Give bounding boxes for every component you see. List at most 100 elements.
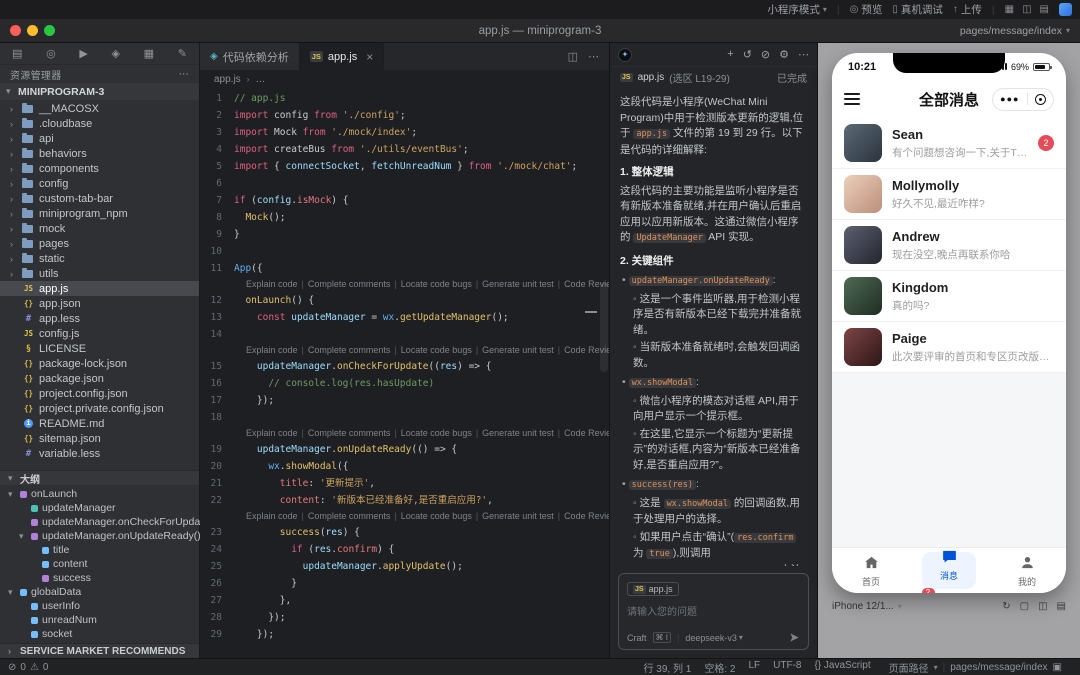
code-editor[interactable]: 1// app.js 2 import config from './config'… <box>200 88 609 658</box>
outline-item-socket[interactable]: socket <box>0 627 199 641</box>
more-actions-icon[interactable]: ⋯ <box>798 48 809 61</box>
page-path-value[interactable]: pages/message/index <box>950 662 1047 673</box>
codelens-action[interactable]: Complete comments <box>308 277 391 292</box>
tree-item-components[interactable]: › components <box>0 161 199 176</box>
project-root-row[interactable]: ▾ MINIPROGRAM-3 <box>0 83 199 100</box>
outline-item-title[interactable]: title <box>0 543 199 557</box>
more-actions-icon[interactable]: ⋯ <box>179 69 189 80</box>
tree-item-.cloudbase[interactable]: › .cloudbase <box>0 116 199 131</box>
message-item-Kingdom[interactable]: Kingdom 真的吗? <box>832 271 1066 322</box>
outline-item-updateManager.onCheckForUpdate[interactable]: updateManager.onCheckForUpdate() call... <box>0 515 243 529</box>
codelens-action[interactable]: Locate code bugs <box>401 277 472 292</box>
message-item-Mollymolly[interactable]: Mollymolly 好久不见,最近咋样? <box>832 169 1066 220</box>
upload-button[interactable]: ↑ 上传 <box>953 2 982 17</box>
codelens-action[interactable]: Code Review <box>564 509 609 524</box>
tree-item-variable.less[interactable]: # variable.less <box>0 446 199 461</box>
breadcrumb-item[interactable]: … <box>255 74 265 85</box>
tab-首页[interactable]: 首页 <box>832 548 910 593</box>
tree-item-config[interactable]: › config <box>0 176 199 191</box>
more-actions-icon[interactable]: ⋯ <box>588 50 599 63</box>
outline-item-updateManager[interactable]: updateManager <box>0 501 199 515</box>
device-selector[interactable]: iPhone 12/1... <box>832 601 894 612</box>
assistant-logo-icon[interactable] <box>1059 3 1072 16</box>
remote-debug-button[interactable]: ▯ 真机调试 <box>892 2 943 17</box>
panel-layout-icon[interactable]: ▦ <box>1005 4 1014 15</box>
status-item[interactable]: {} JavaScript <box>814 660 870 675</box>
tree-item-mock[interactable]: › mock <box>0 221 199 236</box>
settings-gear-icon[interactable]: ⚙ <box>779 48 789 61</box>
codelens-action[interactable]: Generate unit test <box>482 509 554 524</box>
tree-item-sitemap.json[interactable]: {} sitemap.json <box>0 431 199 446</box>
run-icon[interactable]: ▶ <box>79 47 87 60</box>
rotate-icon[interactable]: ↻ <box>1002 601 1010 612</box>
ai-input-placeholder[interactable]: 请输入您的问题 <box>627 603 800 618</box>
minimize-window-button[interactable] <box>27 25 38 36</box>
codelens-action[interactable]: Explain code <box>246 509 298 524</box>
tree-item-project.config.json[interactable]: {} project.config.json <box>0 386 199 401</box>
status-item[interactable]: 空格: 2 <box>704 660 735 675</box>
outline-item-unreadNum[interactable]: unreadNum <box>0 613 199 627</box>
tree-item-static[interactable]: › static <box>0 251 199 266</box>
codelens-action[interactable]: Locate code bugs <box>401 343 472 358</box>
assistant-avatar-icon[interactable]: ✦ <box>618 47 632 62</box>
page-path-label[interactable]: 页面路径 <box>889 660 929 675</box>
tree-item-behaviors[interactable]: › behaviors <box>0 146 199 161</box>
send-icon[interactable] <box>789 632 800 643</box>
message-item-Paige[interactable]: Paige 此次要评审的首页和专区页改版的交互方案 <box>832 322 1066 373</box>
tab-code-dependency-analysis[interactable]: ◈ 代码依赖分析 <box>200 43 300 70</box>
tree-item-__MACOSX[interactable]: › __MACOSX <box>0 101 199 116</box>
debug-icon[interactable]: ◈ <box>112 47 120 60</box>
more-menu-icon[interactable]: ●●● <box>1000 94 1019 104</box>
codelens-action[interactable]: Generate unit test <box>482 277 554 292</box>
codelens-action[interactable]: Generate unit test <box>482 426 554 441</box>
tree-item-app.js[interactable]: JS app.js <box>0 281 199 296</box>
craft-button[interactable]: Craft <box>627 633 647 643</box>
menu-hamburger-icon[interactable] <box>844 93 860 105</box>
outline-item-onLaunch[interactable]: ▾ onLaunch <box>0 487 199 501</box>
service-market-header[interactable]: › SERVICE MARKET RECOMMENDS <box>0 643 199 658</box>
tab-我的[interactable]: 我的 <box>988 548 1066 593</box>
status-item[interactable]: 行 39, 列 1 <box>644 660 692 675</box>
explorer-icon[interactable]: ▤ <box>12 47 22 60</box>
tree-item-config.js[interactable]: JS config.js <box>0 326 199 341</box>
maximize-window-button[interactable] <box>44 25 55 36</box>
codelens-action[interactable]: Explain code <box>246 277 298 292</box>
list-icon[interactable]: ▤ <box>1057 601 1066 612</box>
page-path-selector[interactable]: pages/message/index ▾ <box>960 25 1070 37</box>
edit-icon[interactable]: ✎ <box>178 47 187 60</box>
outline-item-success[interactable]: success <box>0 571 199 585</box>
tree-item-package-lock.json[interactable]: {} package-lock.json <box>0 356 199 371</box>
tree-item-LICENSE[interactable]: § LICENSE <box>0 341 199 356</box>
tree-item-utils[interactable]: › utils <box>0 266 199 281</box>
close-capsule-icon[interactable] <box>1034 93 1046 105</box>
breadcrumb[interactable]: app.js › … <box>200 70 609 88</box>
codelens-action[interactable]: Explain code <box>246 343 298 358</box>
tree-item-project.private.config.json[interactable]: {} project.private.config.json <box>0 401 199 416</box>
codelens-action[interactable]: Locate code bugs <box>401 509 472 524</box>
split-view-icon[interactable]: ◫ <box>1022 4 1031 15</box>
tree-item-api[interactable]: › api <box>0 131 199 146</box>
tree-item-package.json[interactable]: {} package.json <box>0 371 199 386</box>
status-item[interactable]: UTF-8 <box>773 660 801 675</box>
history-icon[interactable]: ↺ <box>743 48 752 61</box>
tab-消息[interactable]: 消息 2 <box>910 548 988 593</box>
codelens-action[interactable]: Complete comments <box>308 509 391 524</box>
preview-button[interactable]: ◎ 预览 <box>850 2 883 17</box>
message-item-Sean[interactable]: Sean 有个问题想咨询一下,关于TDesign组件... 2 <box>832 118 1066 169</box>
tree-item-custom-tab-bar[interactable]: › custom-tab-bar <box>0 191 199 206</box>
outline-item-updateManager.onUpdateReady[interactable]: ▾ updateManager.onUpdateReady() callback <box>0 529 242 543</box>
tree-item-README.md[interactable]: i README.md <box>0 416 199 431</box>
outline-item-userInfo[interactable]: userInfo <box>0 599 199 613</box>
tree-item-app.json[interactable]: {} app.json <box>0 296 199 311</box>
codelens-action[interactable]: Generate unit test <box>482 343 554 358</box>
split-editor-icon[interactable]: ◫ <box>568 50 578 63</box>
open-external-icon[interactable]: ▣ <box>1053 662 1062 673</box>
close-tab-icon[interactable]: × <box>366 50 373 64</box>
extensions-icon[interactable]: ▦ <box>144 47 154 60</box>
context-chip[interactable]: JS app.js <box>627 582 679 596</box>
close-window-button[interactable] <box>10 25 21 36</box>
codelens-action[interactable]: Complete comments <box>308 343 391 358</box>
codelens-action[interactable]: Locate code bugs <box>401 426 472 441</box>
frame-icon[interactable]: ▢ <box>1020 601 1029 612</box>
problems-indicator[interactable]: ⊘ 0 ⚠ 0 <box>8 662 48 673</box>
